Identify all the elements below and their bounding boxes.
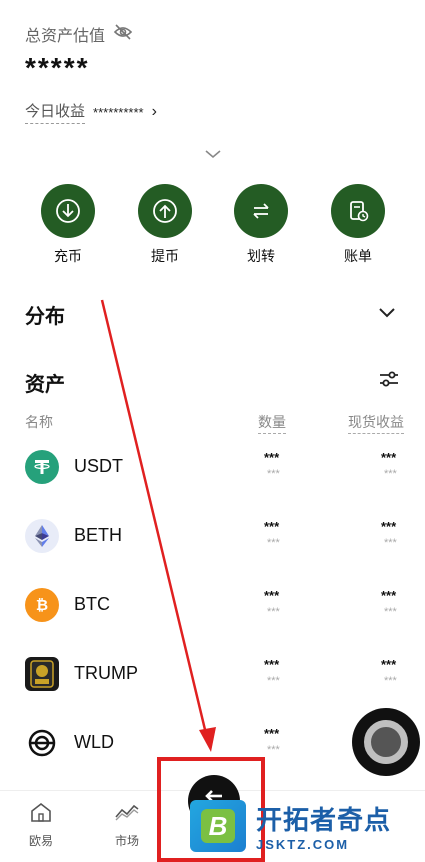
watermark-text-block: 开拓者奇点 JSKTZ.COM [256, 800, 391, 852]
watermark-domain: JSKTZ.COM [256, 837, 350, 852]
annotation-arrow-icon [100, 299, 216, 752]
watermark-logo-icon: B [190, 800, 246, 852]
watermark-logo-letter: B [201, 809, 235, 843]
watermark-title: 开拓者奇点 [256, 805, 392, 835]
watermark-logo: B 开拓者奇点 JSKTZ.COM [190, 790, 425, 862]
